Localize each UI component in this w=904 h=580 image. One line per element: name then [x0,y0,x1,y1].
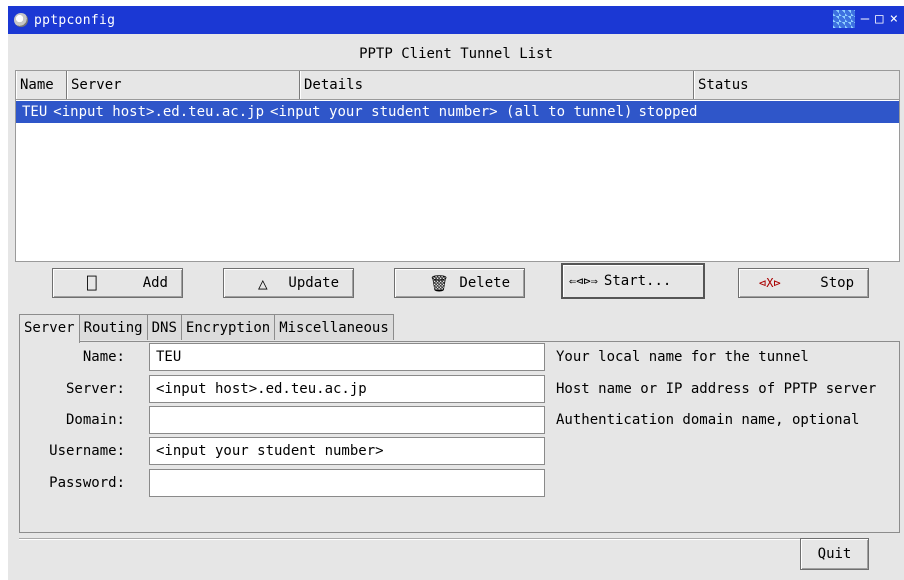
tab-routing[interactable]: Routing [78,314,148,340]
username-label: Username: [49,443,125,459]
column-header-server[interactable]: Server [67,71,300,99]
tunnel-list[interactable]: Name Server Details Status TEU <input ho… [15,70,900,262]
column-header-name[interactable]: Name [16,71,67,99]
delete-button[interactable]: 🗑 Delete [394,268,525,298]
window-title: pptpconfig [34,12,116,28]
server-label: Server: [65,381,125,397]
tab-server[interactable]: Server [19,314,80,343]
add-button-label: Add [142,275,168,291]
server-help: Host name or IP address of PPTP server [556,381,877,397]
username-field[interactable]: <input your student number> [149,437,545,465]
domain-label: Domain: [65,412,125,428]
tab-encryption[interactable]: Encryption [180,314,276,340]
connect-plug-icon: ⇐⊲⊳⇒ [569,274,598,288]
name-label: Name: [82,349,125,365]
add-button[interactable]: ⎕ Add [52,268,183,298]
tab-miscellaneous[interactable]: Miscellaneous [274,314,394,340]
trash-icon: 🗑 [429,273,450,293]
app-icon [14,13,28,27]
update-button-label: Update [288,275,339,291]
workspace-icon[interactable] [832,10,855,28]
disconnect-plug-icon: ⊲X⊳ [759,276,781,290]
list-header: Name Server Details Status [16,71,899,100]
tunnel-list-title: PPTP Client Tunnel List [359,46,553,62]
close-icon[interactable]: × [890,11,898,27]
name-field[interactable]: TEU [149,343,545,371]
stop-button[interactable]: ⊲X⊳ Stop [738,268,869,298]
row-status: stopped [638,104,698,120]
tab-dns[interactable]: DNS [146,314,182,340]
update-button[interactable]: △ Update [223,268,354,298]
password-label: Password: [49,475,125,491]
window-controls: – □ × [832,10,898,28]
server-tab-panel: Name: TEU Your local name for the tunnel… [19,341,900,533]
table-row[interactable]: TEU <input host>.ed.teu.ac.jp <input you… [16,101,899,123]
start-button[interactable]: ⇐⊲⊳⇒ Start... [561,263,705,299]
password-field[interactable] [149,469,545,497]
action-buttons: ⎕ Add △ Update 🗑 Delete ⇐⊲⊳⇒ Start... ⊲X… [8,263,904,304]
minimize-icon[interactable]: – [861,11,869,27]
row-details: <input your student number> (all to tunn… [270,104,633,120]
title-bar[interactable]: pptpconfig – □ × [8,6,904,34]
maximize-icon[interactable]: □ [875,11,883,27]
delete-button-label: Delete [459,275,510,291]
quit-button[interactable]: Quit [800,538,869,570]
column-header-details[interactable]: Details [300,71,694,99]
new-doc-icon: ⎕ [87,273,97,293]
column-header-status[interactable]: Status [694,71,899,99]
start-button-label: Start... [603,273,672,289]
row-server: <input host>.ed.teu.ac.jp [53,104,265,120]
app-window: pptpconfig – □ × PPTP Client Tunnel List… [8,6,904,580]
row-name: TEU [22,104,48,120]
domain-help: Authentication domain name, optional [556,412,860,428]
settings-tabs: Server Routing DNS Encryption Miscellane… [19,314,394,343]
stop-button-label: Stop [820,275,854,291]
server-field[interactable]: <input host>.ed.teu.ac.jp [149,375,545,403]
domain-field[interactable] [149,406,545,434]
name-help: Your local name for the tunnel [556,349,809,365]
triangle-icon: △ [258,273,268,293]
bottom-divider [19,538,800,540]
